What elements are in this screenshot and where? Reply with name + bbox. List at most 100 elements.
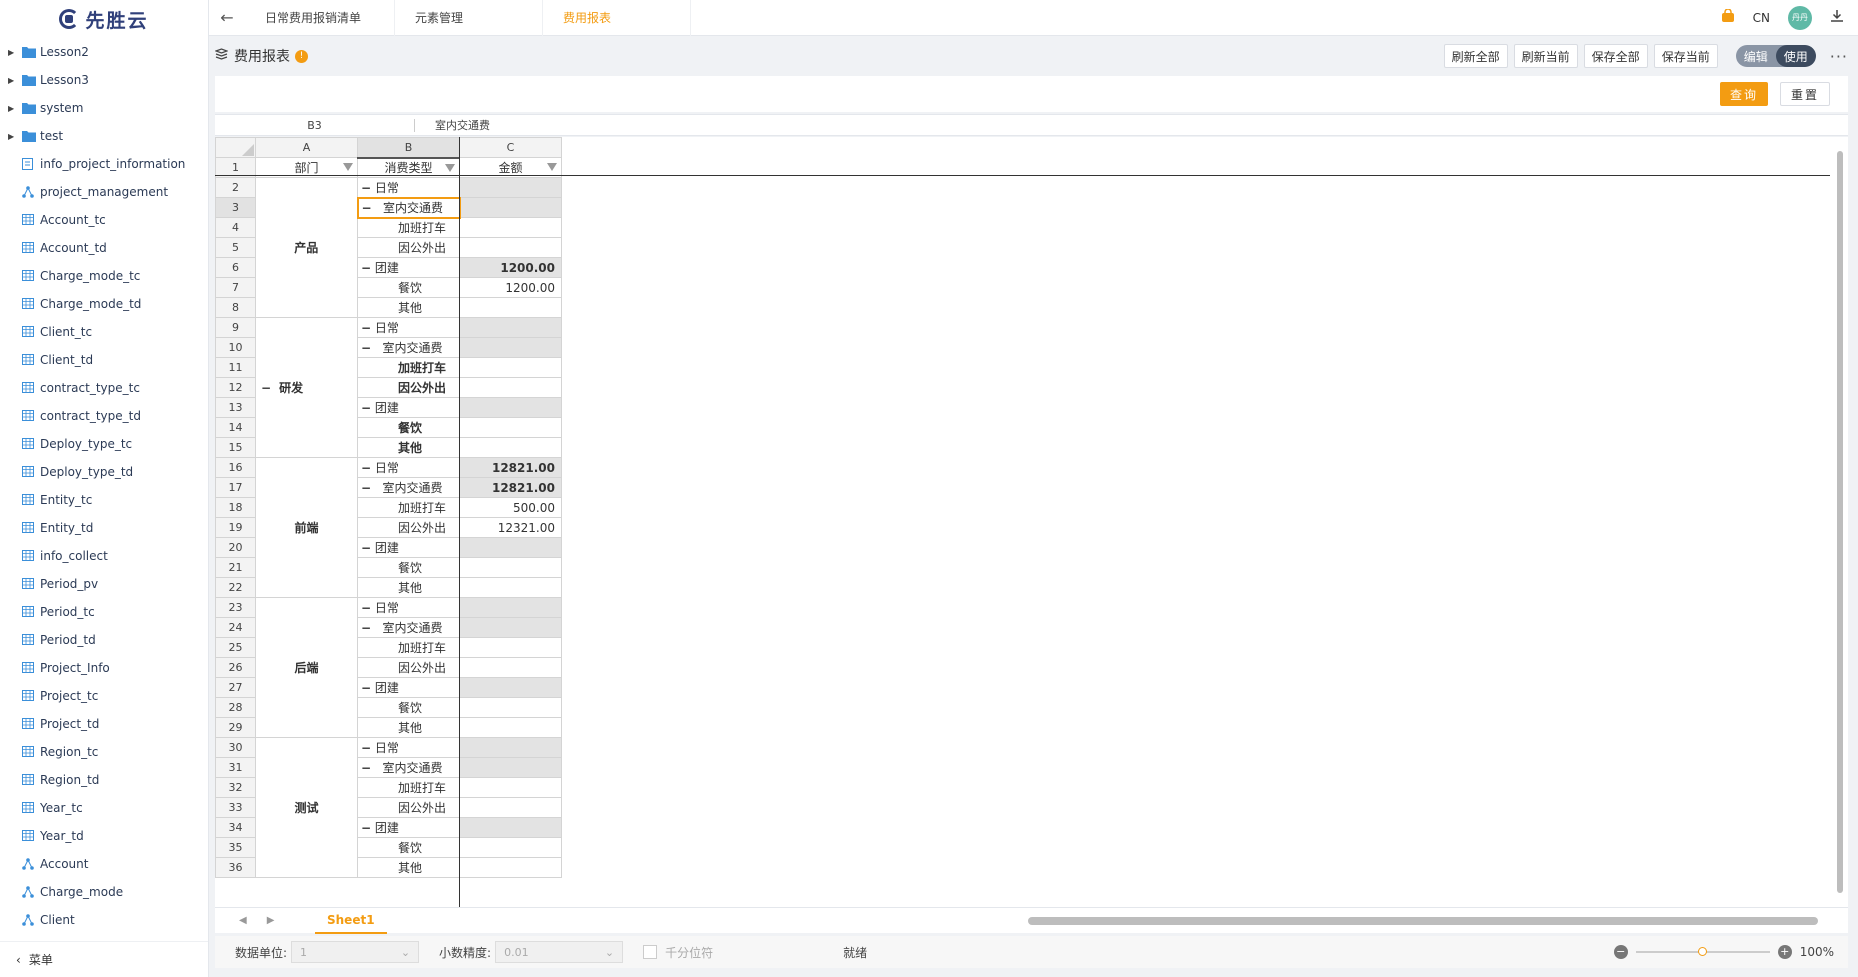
- amount-cell[interactable]: [459, 437, 562, 458]
- collapse-icon[interactable]: −: [361, 761, 371, 775]
- mode-use[interactable]: 使用: [1775, 45, 1816, 67]
- row-header[interactable]: 18: [215, 497, 256, 518]
- row-header[interactable]: 16: [215, 457, 256, 478]
- row-header[interactable]: 10: [215, 337, 256, 358]
- filter-icon[interactable]: [547, 163, 557, 171]
- scroll-thumb[interactable]: [1837, 151, 1843, 893]
- sidebar-item-charge-mode-td[interactable]: Charge_mode_td: [0, 290, 208, 318]
- mode-toggle[interactable]: 编辑 使用: [1735, 45, 1816, 67]
- sidebar-item-project-info[interactable]: Project_Info: [0, 654, 208, 682]
- row-header[interactable]: 15: [215, 437, 256, 458]
- row-header[interactable]: 14: [215, 417, 256, 438]
- vertical-scrollbar[interactable]: [1836, 141, 1844, 903]
- category-cell[interactable]: 餐饮: [357, 417, 460, 438]
- amount-cell[interactable]: [459, 177, 562, 198]
- amount-cell[interactable]: [459, 617, 562, 638]
- sidebar-item-account-tc[interactable]: Account_tc: [0, 206, 208, 234]
- tab-element-management[interactable]: 元素管理: [395, 0, 543, 36]
- category-cell[interactable]: − 团建: [357, 677, 460, 698]
- tab-expense-list[interactable]: 日常费用报销清单: [245, 0, 395, 36]
- amount-cell[interactable]: 1200.00: [459, 257, 562, 278]
- row-header[interactable]: 8: [215, 297, 256, 318]
- amount-cell[interactable]: [459, 657, 562, 678]
- reset-button[interactable]: 重置: [1779, 82, 1830, 106]
- cell-value-input[interactable]: 室内交通费: [415, 117, 490, 133]
- collapse-icon[interactable]: −: [361, 621, 371, 635]
- amount-cell[interactable]: [459, 717, 562, 738]
- zoom-out-icon[interactable]: −: [1613, 945, 1628, 959]
- row-header[interactable]: 13: [215, 397, 256, 418]
- category-cell[interactable]: 加班打车: [357, 357, 460, 378]
- column-header-b[interactable]: B: [357, 137, 460, 159]
- category-cell[interactable]: 其他: [357, 717, 460, 738]
- sidebar-item-period-tc[interactable]: Period_tc: [0, 598, 208, 626]
- category-cell[interactable]: 餐饮: [357, 837, 460, 858]
- category-cell[interactable]: − 团建: [357, 537, 460, 558]
- category-cell[interactable]: − 室内交通费: [356, 196, 461, 219]
- row-header[interactable]: 12: [215, 377, 256, 398]
- avatar[interactable]: 丹丹: [1788, 5, 1812, 30]
- amount-cell[interactable]: [459, 417, 562, 438]
- spreadsheet-grid[interactable]: A B C 1 部门 消费类型 金额 2 产品 − 日常 3− 室内交通费 4 加班打车 5 因公外出…: [215, 137, 562, 878]
- collapse-icon[interactable]: −: [361, 681, 371, 695]
- row-header[interactable]: 28: [215, 697, 256, 718]
- category-cell[interactable]: 因公外出: [357, 237, 460, 258]
- sidebar-item-account[interactable]: Account: [0, 850, 208, 878]
- row-header[interactable]: 26: [215, 657, 256, 678]
- amount-cell[interactable]: [459, 737, 562, 758]
- amount-cell[interactable]: [459, 577, 562, 598]
- amount-cell[interactable]: [459, 557, 562, 578]
- amount-cell[interactable]: [459, 597, 562, 618]
- caret-right-icon[interactable]: ▶: [8, 104, 22, 113]
- sidebar-item-project-management[interactable]: project_management: [0, 178, 208, 206]
- category-cell[interactable]: 加班打车: [357, 217, 460, 238]
- sidebar-menu-toggle[interactable]: ‹ 菜单: [0, 941, 208, 977]
- mode-edit[interactable]: 编辑: [1736, 45, 1776, 67]
- category-cell[interactable]: 其他: [357, 857, 460, 878]
- department-cell[interactable]: − 研发: [255, 317, 358, 458]
- row-header[interactable]: 31: [215, 757, 256, 778]
- amount-cell[interactable]: [459, 377, 562, 398]
- amount-cell[interactable]: [459, 317, 562, 338]
- column-header-c[interactable]: C: [459, 137, 562, 158]
- sidebar-item-account-td[interactable]: Account_td: [0, 234, 208, 262]
- amount-cell[interactable]: [459, 797, 562, 818]
- collapse-icon[interactable]: −: [362, 201, 372, 215]
- collapse-icon[interactable]: −: [361, 821, 371, 835]
- filter-icon[interactable]: [343, 163, 353, 171]
- amount-cell[interactable]: [459, 537, 562, 558]
- category-cell[interactable]: 因公外出: [357, 377, 460, 398]
- row-header[interactable]: 17: [215, 477, 256, 498]
- category-cell[interactable]: − 团建: [357, 397, 460, 418]
- row-header[interactable]: 30: [215, 737, 256, 758]
- category-cell[interactable]: 其他: [357, 437, 460, 458]
- category-cell[interactable]: 餐饮: [357, 557, 460, 578]
- zoom-slider[interactable]: [1635, 947, 1770, 956]
- collapse-icon[interactable]: −: [361, 461, 371, 475]
- save-current-button[interactable]: 保存当前: [1653, 44, 1718, 68]
- amount-cell[interactable]: [459, 637, 562, 658]
- amount-cell[interactable]: [459, 757, 562, 778]
- collapse-icon[interactable]: −: [361, 741, 371, 755]
- caret-right-icon[interactable]: ▶: [8, 132, 22, 141]
- zoom-in-icon[interactable]: +: [1777, 945, 1792, 959]
- download-icon[interactable]: [1830, 9, 1844, 27]
- category-cell[interactable]: − 日常: [357, 177, 460, 198]
- category-cell[interactable]: 加班打车: [357, 497, 460, 518]
- row-header[interactable]: 25: [215, 637, 256, 658]
- amount-cell[interactable]: [459, 337, 562, 358]
- query-button[interactable]: 查询: [1719, 82, 1768, 106]
- category-cell[interactable]: − 室内交通费: [357, 617, 460, 638]
- row-header[interactable]: 29: [215, 717, 256, 738]
- collapse-icon[interactable]: −: [361, 401, 371, 415]
- more-icon[interactable]: ···: [1830, 47, 1848, 66]
- sidebar-item-project-tc[interactable]: Project_tc: [0, 682, 208, 710]
- precision-select[interactable]: 0.01 ⌄: [495, 941, 624, 963]
- category-cell[interactable]: − 室内交通费: [357, 337, 460, 358]
- row-header[interactable]: 34: [215, 817, 256, 838]
- row-header[interactable]: 19: [215, 517, 256, 538]
- row-header[interactable]: 6: [215, 257, 256, 278]
- category-cell[interactable]: − 室内交通费: [357, 477, 460, 498]
- row-header[interactable]: 32: [215, 777, 256, 798]
- sidebar-item-info-project-information[interactable]: info_project_information: [0, 150, 208, 178]
